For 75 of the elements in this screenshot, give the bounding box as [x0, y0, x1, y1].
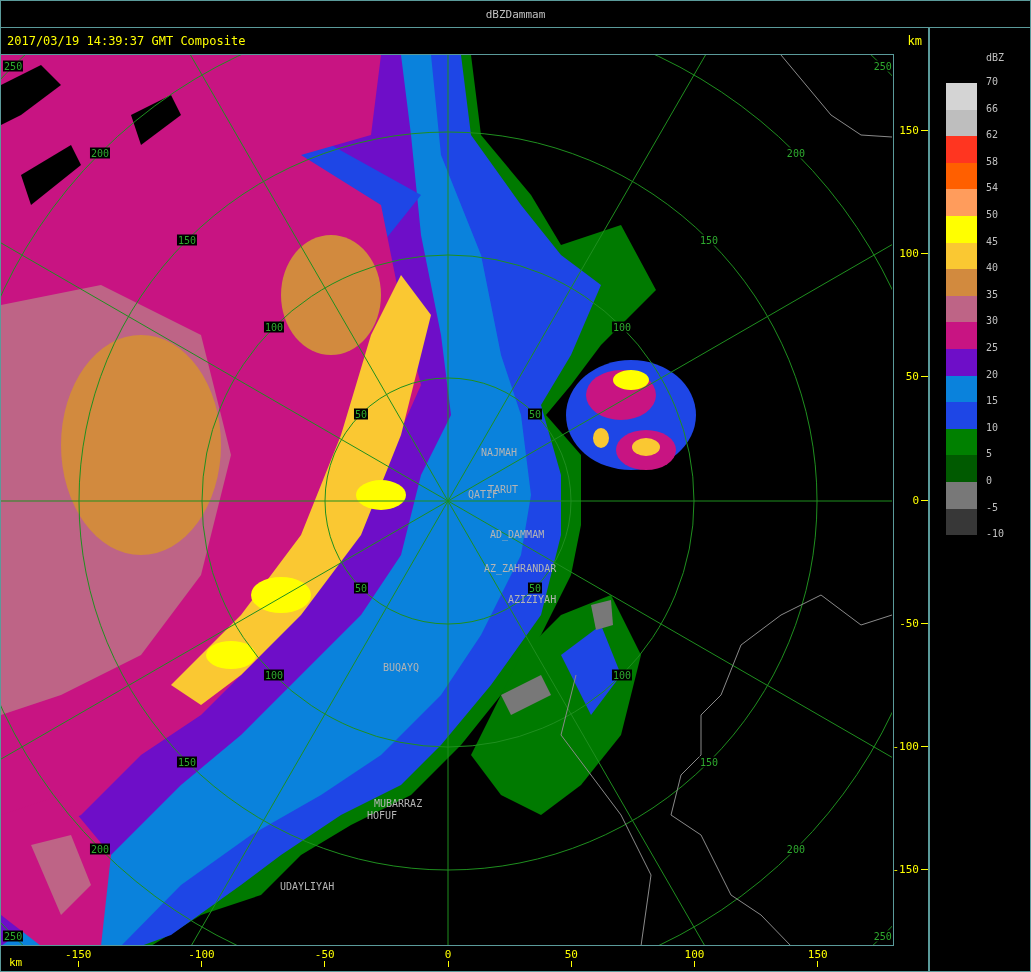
range-ring-label: 200 — [90, 843, 111, 855]
range-ring-label: 250 — [872, 60, 893, 72]
range-ring-label: 50 — [354, 408, 369, 420]
axis-tick-label: 0 — [444, 948, 452, 961]
tick-mark — [324, 961, 326, 967]
unit-label: km — [9, 956, 23, 969]
window-title: dBZDammam — [485, 7, 546, 21]
legend-value: -10 — [985, 528, 1005, 541]
axis-tick-label: -50 — [314, 948, 335, 961]
axis-tick-label: -50 — [899, 616, 919, 630]
axis-tick-label: -150 — [65, 948, 92, 961]
range-ring-label: 100 — [264, 669, 285, 681]
legend-value: 62 — [985, 129, 998, 142]
range-ring-label: 150 — [698, 756, 719, 768]
tick-mark — [921, 253, 928, 254]
tick-mark — [921, 129, 928, 131]
legend-value: -5 — [985, 501, 998, 514]
legend-value: 40 — [985, 262, 998, 275]
legend-value: 66 — [985, 102, 998, 115]
range-ring-label: 50 — [354, 582, 369, 594]
legend-value: 58 — [985, 155, 998, 168]
tick-mark — [921, 376, 928, 378]
tick-mark — [447, 961, 449, 967]
legend-value: 50 — [985, 208, 998, 221]
timestamp-label: 2017/03/19 14:39:37 GMT Composite — [7, 34, 246, 48]
axis-tick-label: 50 — [905, 370, 919, 384]
axis-tick-label: 100 — [899, 247, 919, 260]
axis-tick-label: -100 — [892, 740, 919, 753]
range-ring-label: 150 — [177, 756, 198, 768]
tick-mark — [77, 961, 79, 967]
legend-title: dBZ — [985, 52, 1005, 63]
legend-value: 5 — [985, 448, 992, 461]
legend-value: 10 — [985, 421, 998, 434]
legend-value: 15 — [985, 395, 998, 408]
legend-value: 0 — [985, 474, 992, 487]
legend-value: 30 — [985, 315, 998, 328]
unit-label: km — [907, 34, 922, 48]
tick-mark — [694, 961, 695, 967]
legend-value: 70 — [985, 76, 998, 88]
legend-value: 45 — [985, 235, 998, 248]
range-ring-label: 200 — [785, 147, 806, 159]
range-ring-label: 150 — [177, 234, 198, 246]
range-ring-label: 250 — [3, 930, 24, 942]
range-ring-label: 50 — [527, 408, 542, 420]
legend-value: 20 — [985, 368, 998, 381]
tick-mark — [921, 869, 928, 871]
tick-mark — [921, 499, 928, 501]
range-ring-label: 250 — [3, 60, 24, 72]
place-label: NAJMAH — [481, 447, 518, 458]
tick-mark — [921, 746, 928, 747]
axis-tick-label: 150 — [807, 948, 828, 961]
axis-tick-label: 100 — [684, 948, 705, 961]
range-ring-label: 100 — [611, 669, 632, 681]
place-label: UDAYLIYAH — [280, 881, 335, 892]
axis-tick-label: 150 — [899, 123, 919, 137]
place-label: BUQAYQ — [383, 662, 420, 673]
legend-value: 25 — [985, 341, 998, 354]
axis-tick-label: 0 — [912, 493, 919, 507]
axis-tick-label: -150 — [892, 863, 919, 877]
range-ring-label: 200 — [785, 843, 806, 855]
range-ring-label: 200 — [90, 147, 111, 159]
place-label: HOFUF — [367, 810, 398, 821]
tick-mark — [201, 961, 202, 967]
legend-value: 35 — [985, 288, 998, 301]
range-ring-label: 100 — [264, 321, 285, 333]
tick-mark — [570, 961, 572, 967]
range-ring-label: 150 — [698, 234, 719, 246]
legend-value: 54 — [985, 182, 998, 195]
tick-mark — [921, 622, 928, 624]
axis-tick-label: 50 — [564, 948, 578, 961]
tick-mark — [817, 961, 819, 967]
range-ring-label: 250 — [872, 930, 893, 942]
axis-tick-label: -100 — [188, 948, 215, 961]
range-ring-label: 100 — [611, 321, 632, 333]
range-ring-label: 50 — [527, 582, 542, 594]
